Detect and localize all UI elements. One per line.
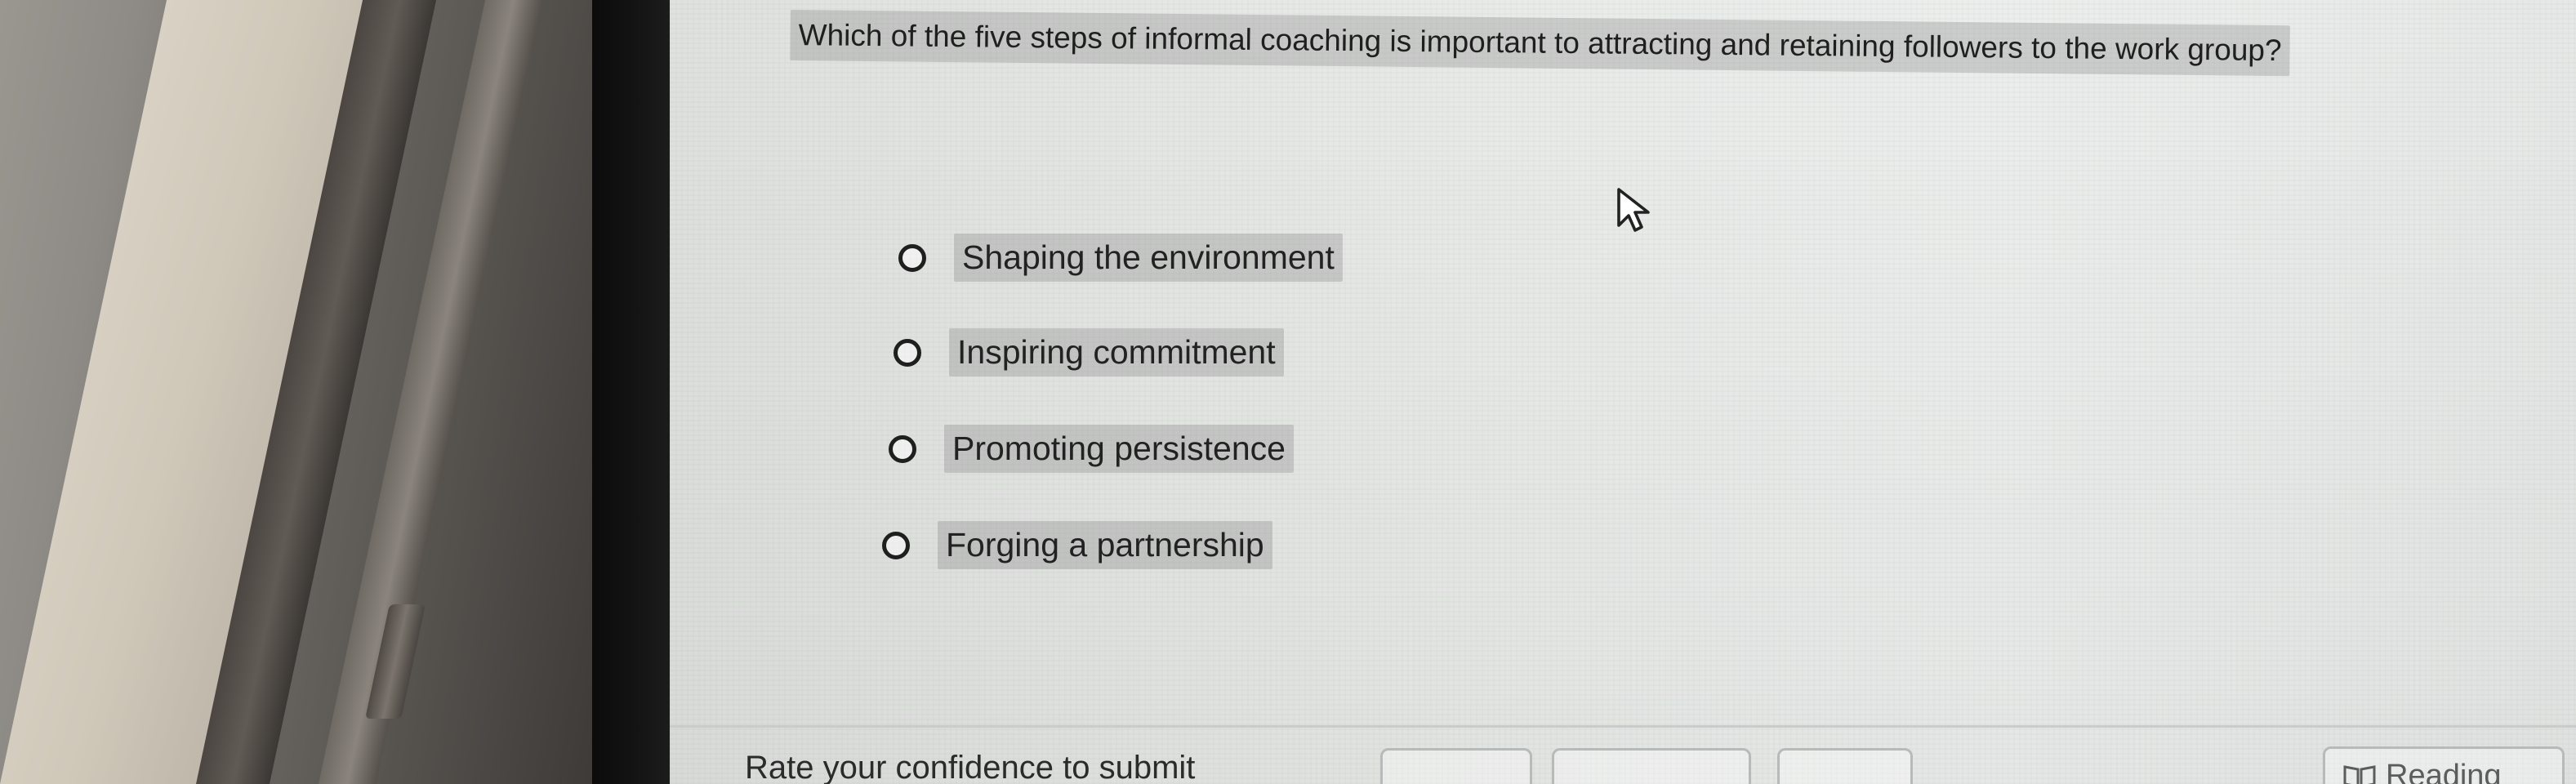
confidence-button-low[interactable] <box>1380 748 1532 784</box>
confidence-button-medium[interactable] <box>1552 748 1751 784</box>
radio-button[interactable] <box>898 243 926 272</box>
radio-button[interactable] <box>894 338 921 367</box>
screen: Which of the five steps of informal coac… <box>670 0 2576 784</box>
option-label[interactable]: Promoting persistence <box>944 425 1294 473</box>
option-label[interactable]: Forging a partnership <box>938 521 1272 569</box>
option-promoting-persistence[interactable]: Promoting persistence <box>889 425 1294 473</box>
option-forging-a-partnership[interactable]: Forging a partnership <box>882 521 1272 569</box>
screen-moire <box>670 0 2576 784</box>
confidence-button-high[interactable] <box>1777 748 1913 784</box>
photo-stage: Which of the five steps of informal coac… <box>0 0 2576 784</box>
mouse-pointer-icon <box>1617 188 1650 232</box>
option-label[interactable]: Shaping the environment <box>954 234 1343 282</box>
question-text: Which of the five steps of informal coac… <box>790 10 2290 77</box>
footer-divider <box>670 725 2576 728</box>
option-inspiring-commitment[interactable]: Inspiring commitment <box>894 328 1284 376</box>
radio-button[interactable] <box>889 434 916 463</box>
reading-label: Reading <box>2386 759 2502 784</box>
reading-button[interactable]: Reading <box>2323 746 2565 784</box>
confidence-prompt: Rate your confidence to submit <box>745 750 1196 784</box>
option-shaping-the-environment[interactable]: Shaping the environment <box>898 234 1343 282</box>
monitor-bezel <box>592 0 674 784</box>
book-icon <box>2343 765 2376 784</box>
option-label[interactable]: Inspiring commitment <box>949 328 1284 376</box>
radio-button[interactable] <box>882 531 910 559</box>
